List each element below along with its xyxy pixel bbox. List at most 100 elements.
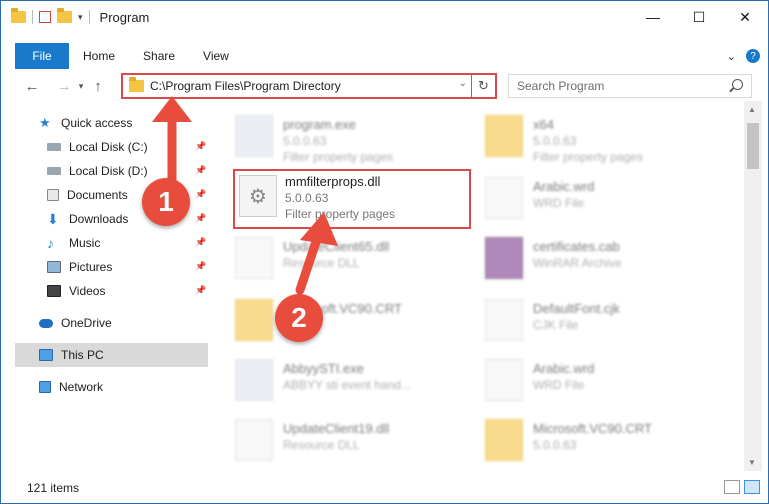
help-icon[interactable]: ? xyxy=(746,49,760,63)
sidebar-item-label: Pictures xyxy=(69,260,113,274)
exe-file-icon xyxy=(235,359,273,401)
file-name: program.exe xyxy=(283,117,356,132)
explorer-window: ▾ Program — ☐ ✕ File Home Share View ⌄ ?… xyxy=(0,0,769,504)
file-name: Microsoft.VC90.CRT xyxy=(533,421,652,436)
sidebar-item-local-disk-d[interactable]: Local Disk (D:) 📌 xyxy=(47,159,207,183)
callout-1: 1 xyxy=(142,178,190,226)
refresh-button[interactable]: ↻ xyxy=(471,75,495,97)
address-path[interactable]: C:\Program Files\Program Directory xyxy=(150,79,341,93)
list-item[interactable]: UpdateClient19.dll Resource DLL xyxy=(213,411,453,471)
sidebar-item-label: OneDrive xyxy=(61,316,112,330)
sidebar-item-music[interactable]: ♪ Music 📌 xyxy=(47,231,207,255)
sidebar-item-local-disk-c[interactable]: Local Disk (C:) 📌 xyxy=(47,135,207,159)
callout-2: 2 xyxy=(275,294,323,342)
list-item[interactable]: AbbyySTI.exe ABBYY sti event hand... xyxy=(213,351,453,411)
computer-icon xyxy=(39,349,53,361)
file-description: Filter property pages xyxy=(283,150,394,164)
maximize-button[interactable]: ☐ xyxy=(676,1,722,33)
scroll-up-icon[interactable]: ▲ xyxy=(748,105,756,114)
list-item[interactable]: ⚙ mmfilterprops.dll 5.0.0.63 Filter prop… xyxy=(235,171,469,227)
sidebar-item-label: Quick access xyxy=(61,116,133,130)
details-view-icon[interactable] xyxy=(724,480,740,494)
title-bar: ▾ Program — ☐ ✕ xyxy=(1,1,768,33)
window-title: Program xyxy=(99,9,150,25)
recent-locations-button[interactable]: ▾ xyxy=(75,81,87,92)
pictures-icon xyxy=(47,261,61,273)
pin-icon: 📌 xyxy=(195,237,207,247)
list-item[interactable]: certificates.cab WinRAR Archive xyxy=(463,229,703,289)
list-item[interactable]: program.exe 5.0.0.63 Filter property pages xyxy=(213,107,453,167)
file-name: UpdateClient19.dll xyxy=(283,421,390,436)
pin-icon: 📌 xyxy=(195,261,207,271)
tab-share[interactable]: Share xyxy=(129,43,189,69)
sidebar-item-label: Videos xyxy=(69,284,106,298)
file-type: CJK File xyxy=(533,318,579,332)
document-file-icon xyxy=(485,177,523,219)
separator xyxy=(32,10,33,24)
list-item[interactable]: Microsoft.VC90.CRT 5.0.0.63 xyxy=(463,411,703,471)
vertical-scrollbar[interactable]: ▲ ▼ xyxy=(744,101,762,471)
properties-icon[interactable] xyxy=(39,11,51,23)
list-item[interactable]: Arabic.wrd WRD File xyxy=(463,169,703,229)
archive-file-icon xyxy=(485,237,523,279)
customize-toolbar-icon[interactable]: ▾ xyxy=(78,12,83,23)
forward-button[interactable]: → xyxy=(53,78,75,95)
address-bar[interactable]: C:\Program Files\Program Directory ⌄ ↻ xyxy=(121,73,497,99)
sidebar-item-label: Documents xyxy=(67,188,128,202)
documents-icon xyxy=(47,189,59,201)
search-input[interactable]: Search Program xyxy=(517,79,604,93)
scrollbar-thumb[interactable] xyxy=(747,123,759,169)
file-name: certificates.cab xyxy=(533,239,620,254)
tiles-view-icon[interactable] xyxy=(744,480,760,494)
network-icon xyxy=(39,381,51,393)
search-icon xyxy=(732,79,743,90)
sidebar-item-label: Local Disk (C:) xyxy=(69,140,148,154)
dll-gear-file-icon: ⚙ xyxy=(239,175,277,217)
download-icon: ⬇ xyxy=(47,211,59,227)
expand-ribbon-icon[interactable]: ⌄ xyxy=(727,50,736,63)
exe-file-icon xyxy=(235,115,273,157)
pin-icon: 📌 xyxy=(195,213,207,223)
sidebar-item-pictures[interactable]: Pictures 📌 xyxy=(47,255,207,279)
back-button[interactable]: ← xyxy=(21,78,43,95)
file-name: Arabic.wrd xyxy=(533,179,595,194)
close-button[interactable]: ✕ xyxy=(722,1,768,33)
minimize-button[interactable]: — xyxy=(630,1,676,33)
new-folder-icon[interactable] xyxy=(57,8,72,23)
sidebar-item-label: Local Disk (D:) xyxy=(69,164,148,178)
navigation-row: ← → ▾ ↑ C:\Program Files\Program Directo… xyxy=(1,71,768,101)
list-item[interactable]: DefaultFont.cjk CJK File xyxy=(463,291,703,351)
file-version: 5.0.0.63 xyxy=(283,134,327,148)
scroll-down-icon[interactable]: ▼ xyxy=(748,458,756,467)
address-dropdown-icon[interactable]: ⌄ xyxy=(459,78,467,89)
file-name: DefaultFont.cjk xyxy=(533,301,620,316)
document-file-icon xyxy=(485,299,523,341)
ribbon-right: ⌄ ? xyxy=(727,43,760,69)
sidebar-item-this-pc[interactable]: This PC xyxy=(15,343,208,367)
folder-icon xyxy=(129,77,144,92)
file-type: WinRAR Archive xyxy=(533,256,622,270)
up-button[interactable]: ↑ xyxy=(87,78,109,95)
tab-view[interactable]: View xyxy=(189,43,243,69)
file-version: 5.0.0.63 xyxy=(533,438,577,452)
list-item[interactable]: Microsoft.VC90.CRT xyxy=(213,291,453,351)
file-name: UpdateClient65.dll xyxy=(283,239,390,254)
drive-icon xyxy=(47,143,61,151)
tab-file[interactable]: File xyxy=(15,43,69,69)
sidebar-item-videos[interactable]: Videos 📌 xyxy=(47,279,207,303)
dll-file-icon xyxy=(235,237,273,279)
list-item[interactable]: Arabic.wrd WRD File xyxy=(463,351,703,411)
star-icon: ★ xyxy=(39,115,51,130)
list-item[interactable]: x64 5.0.0.63 Filter property pages xyxy=(463,107,703,167)
list-item[interactable]: UpdateClient65.dll Resource DLL xyxy=(213,229,453,289)
folder-icon xyxy=(485,419,523,461)
file-name: Arabic.wrd xyxy=(533,361,595,376)
folder-icon[interactable] xyxy=(11,8,26,23)
music-icon: ♪ xyxy=(47,235,54,251)
videos-icon xyxy=(47,285,61,297)
tab-home[interactable]: Home xyxy=(69,43,129,69)
search-box[interactable]: Search Program xyxy=(508,74,752,98)
highlighted-file[interactable]: ⚙ mmfilterprops.dll 5.0.0.63 Filter prop… xyxy=(233,169,471,229)
sidebar-item-label: Network xyxy=(59,380,104,394)
document-file-icon xyxy=(485,359,523,401)
